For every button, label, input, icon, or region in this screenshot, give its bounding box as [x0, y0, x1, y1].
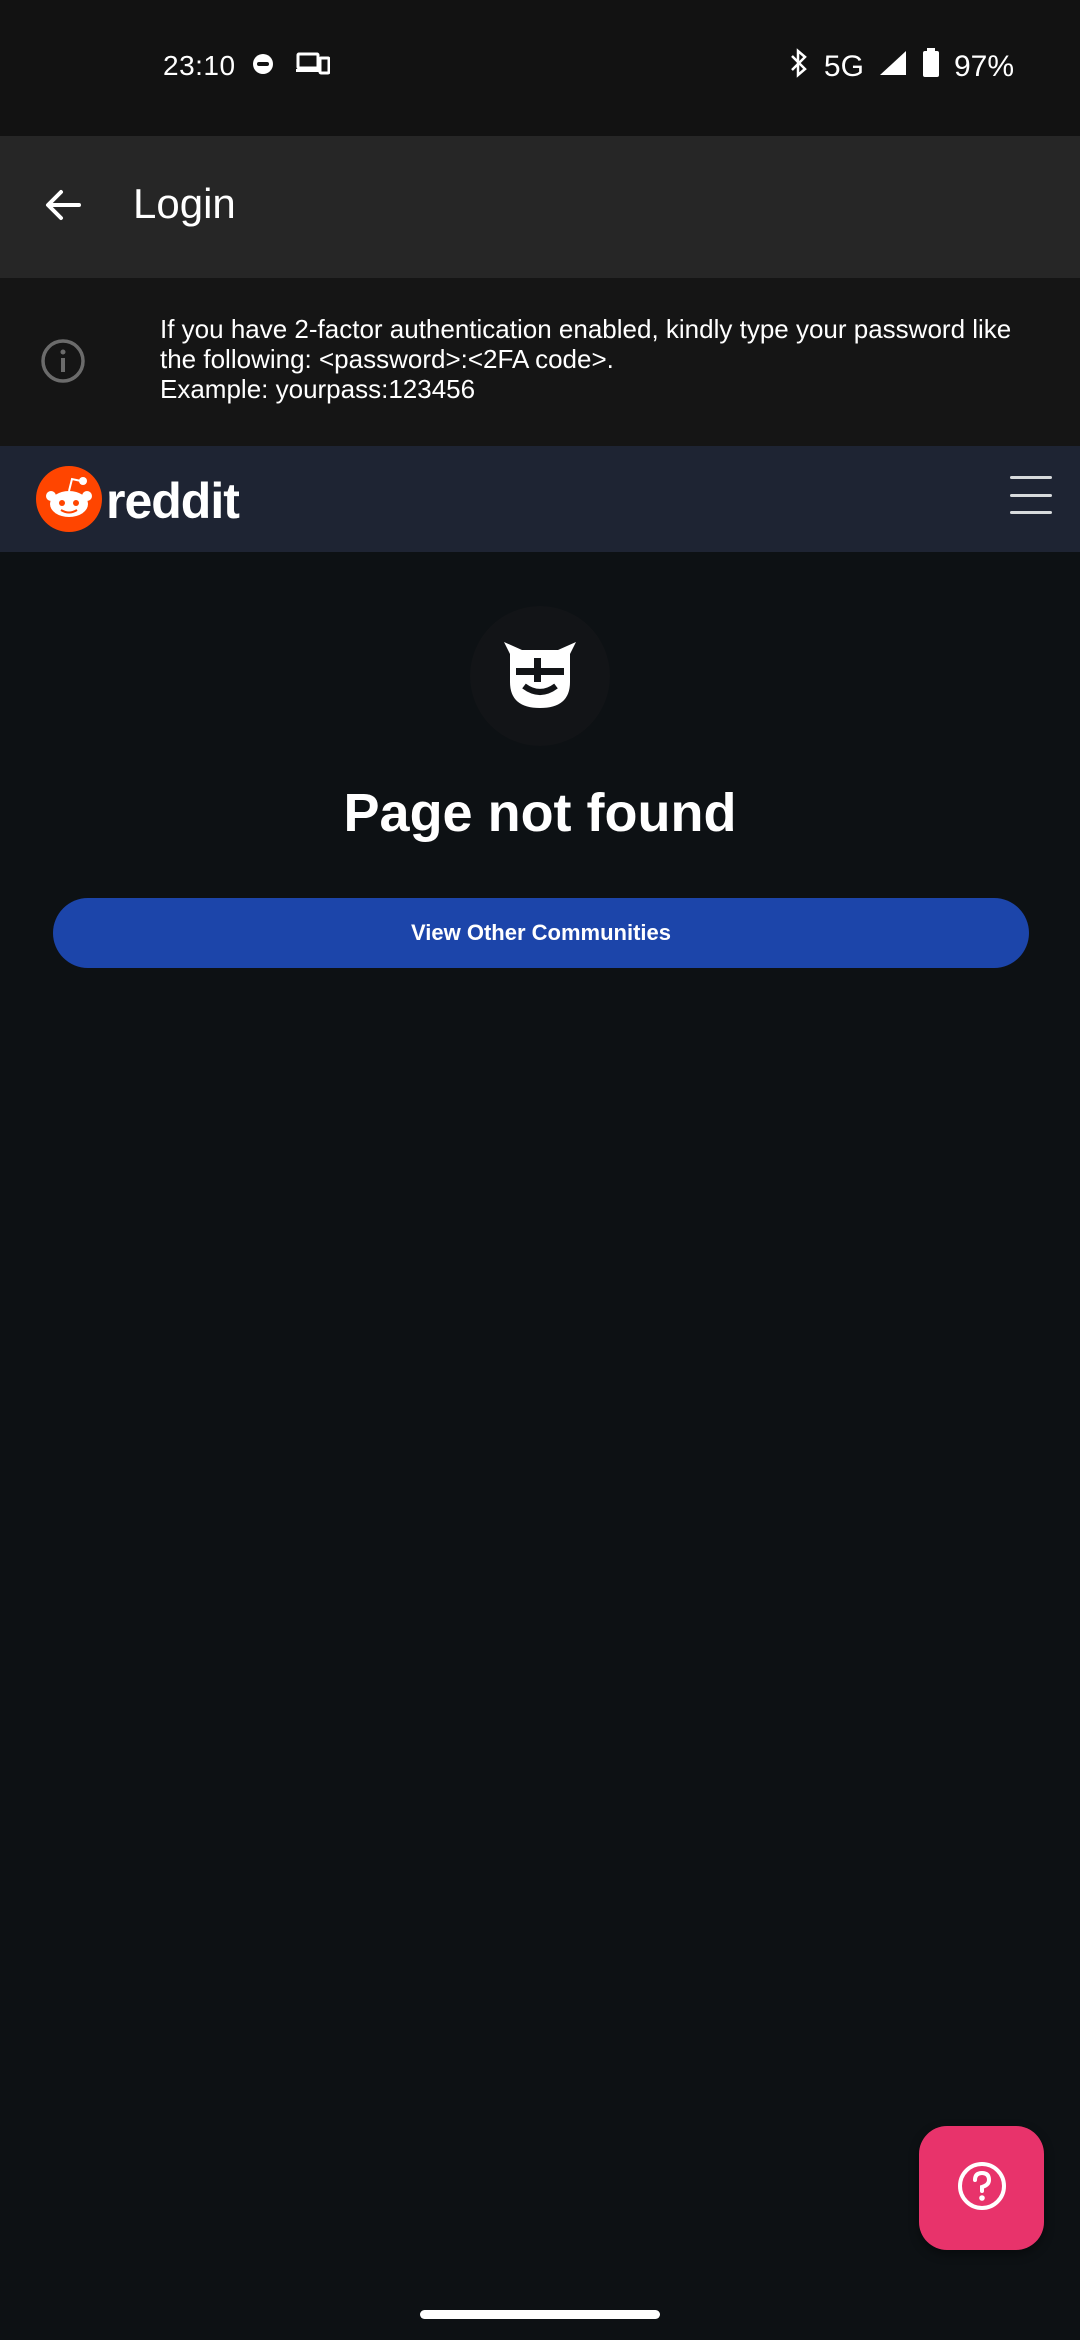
help-icon: [956, 2160, 1008, 2216]
battery-icon: [922, 48, 940, 86]
system-nav-bar: [0, 2280, 1080, 2340]
status-time: 23:10: [163, 50, 236, 81]
network-type: 5G: [823, 50, 864, 83]
signal-icon: [878, 49, 908, 85]
reddit-header: reddit: [0, 446, 1080, 552]
page-title-login: Login: [133, 180, 236, 227]
hamburger-menu-icon[interactable]: [1010, 476, 1052, 514]
info-text: If you have 2-factor authentication enab…: [160, 314, 1040, 404]
battery-percent: 97%: [953, 50, 1014, 83]
info-icon: [40, 338, 86, 384]
menu-line: [1010, 476, 1052, 479]
info-line: Example: yourpass:123456: [160, 374, 476, 404]
main-content: Page not found View Other Communities: [0, 552, 1080, 2280]
app-bar: Login: [0, 136, 1080, 278]
status-bar: 23:10 5G 97%: [0, 0, 1080, 136]
view-other-communities-button[interactable]: View Other Communities: [53, 898, 1029, 968]
arrow-left-icon: [43, 185, 83, 229]
info-line: If you have 2-factor authentication enab…: [160, 314, 1012, 344]
status-left-icons: [252, 52, 331, 81]
page-not-found-title: Page not found: [343, 783, 737, 843]
reddit-snoo-icon: [36, 466, 102, 536]
home-indicator[interactable]: [420, 2310, 660, 2319]
bluetooth-icon: [788, 48, 810, 86]
menu-line: [1010, 493, 1052, 497]
info-line: the following: <password>:<2FA code>.: [160, 344, 614, 374]
snoo-cat-icon: [470, 606, 610, 746]
help-button[interactable]: [919, 2126, 1044, 2250]
reddit-wordmark: reddit: [106, 473, 240, 529]
devices-icon: [296, 52, 331, 81]
info-banner: If you have 2-factor authentication enab…: [0, 278, 1080, 446]
menu-line: [1010, 511, 1052, 514]
circle-app-icon: [252, 53, 274, 80]
status-right: 5G 97%: [788, 48, 1014, 86]
back-button[interactable]: [30, 174, 96, 240]
reddit-logo[interactable]: reddit: [36, 466, 240, 536]
